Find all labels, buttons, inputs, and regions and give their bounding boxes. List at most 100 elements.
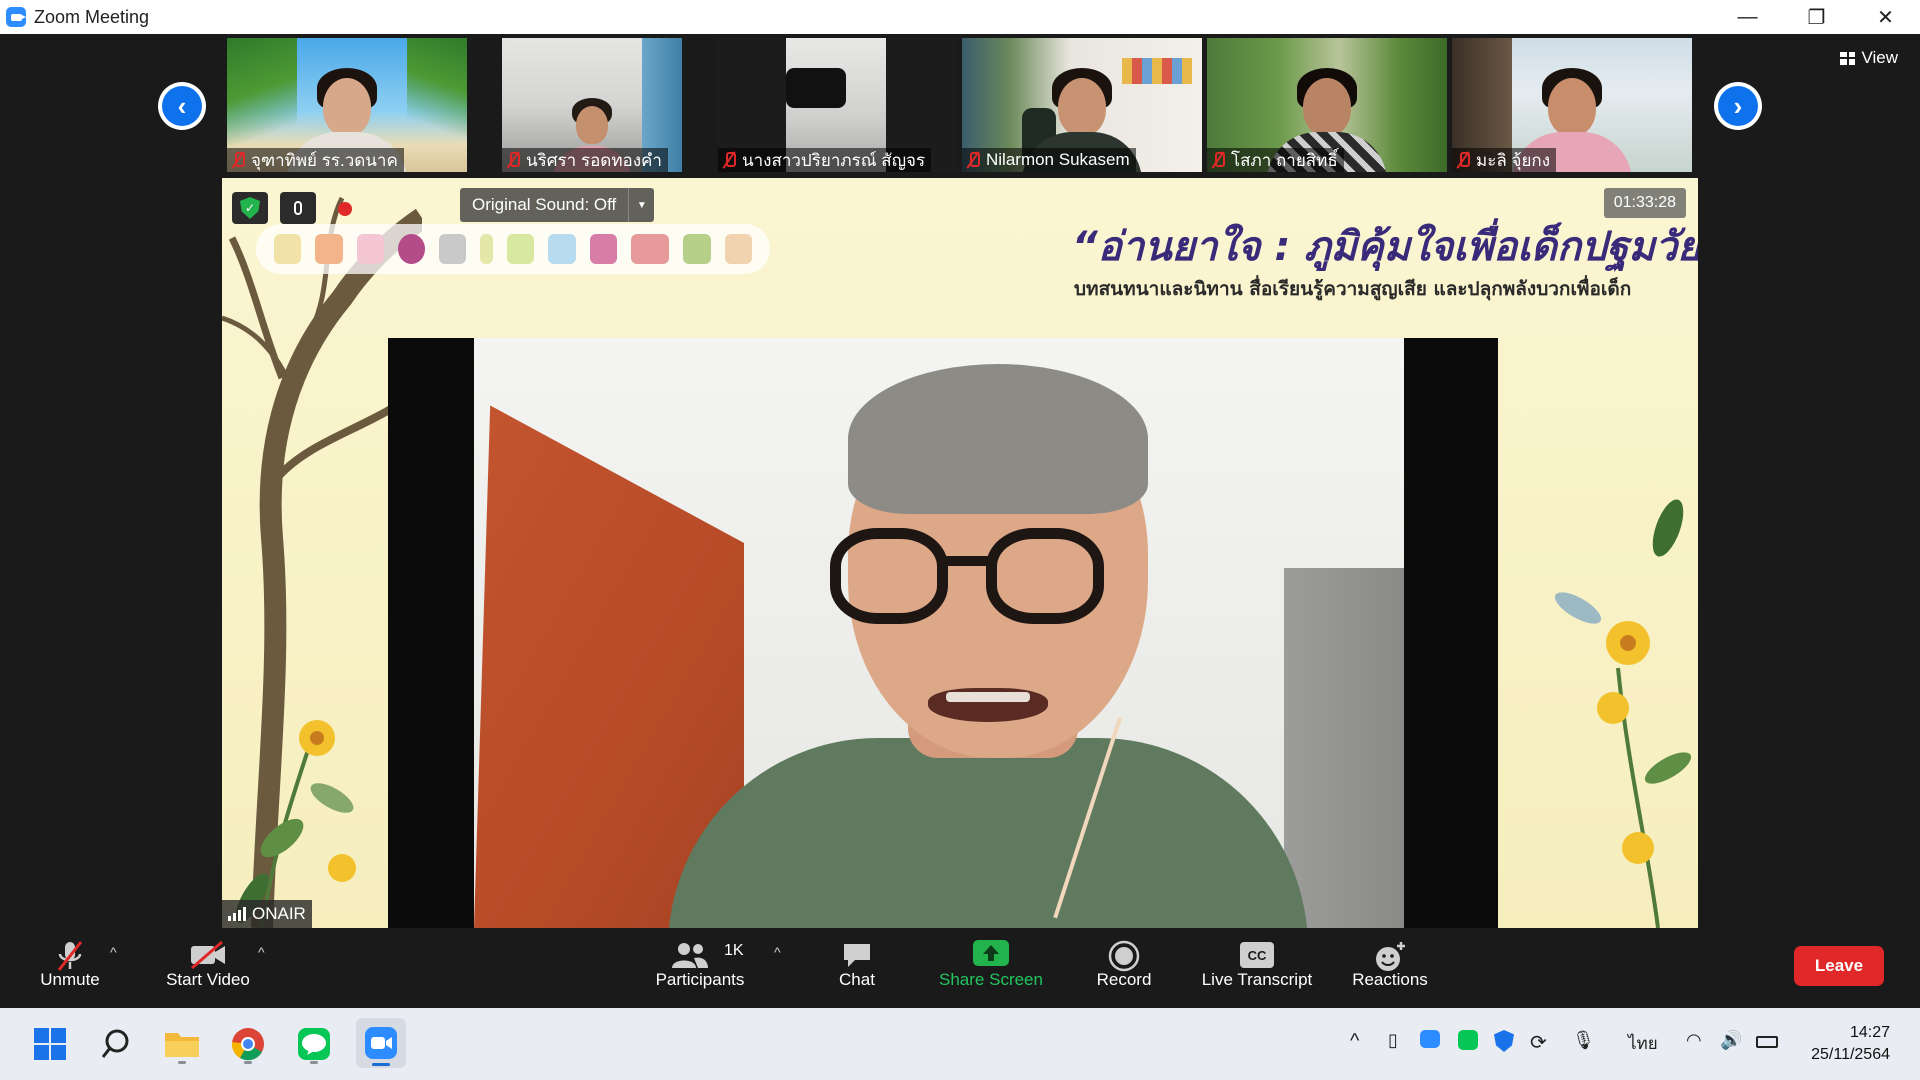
meeting-toolbar: Unmute ^ Start Video ^ 1K Participants ^… (0, 930, 1920, 1008)
line-app-icon (298, 1028, 330, 1060)
smiley-add-icon (1376, 942, 1405, 971)
chevron-right-icon: › (1718, 86, 1758, 126)
chevron-down-icon[interactable]: ▼ (628, 188, 655, 222)
live-transcript-button[interactable]: CC Live Transcript (1190, 930, 1324, 1008)
participant-tile[interactable]: มะลิ จุ้ยกง (1452, 38, 1692, 172)
battery-icon[interactable] (1756, 1036, 1778, 1048)
audio-button[interactable] (280, 192, 316, 224)
leave-button[interactable]: Leave (1794, 946, 1884, 986)
line-tray-icon[interactable] (1458, 1030, 1478, 1050)
audio-options-chevron-icon[interactable]: ^ (110, 944, 117, 960)
reactions-button[interactable]: Reactions (1340, 930, 1440, 1008)
chat-button[interactable]: Chat (820, 930, 894, 1008)
flowers-left-illustration (235, 720, 356, 928)
original-sound-label: Original Sound: Off (460, 188, 629, 222)
mic-muted-icon (231, 151, 245, 169)
speaker-person (668, 338, 1308, 928)
input-language[interactable]: ไทย (1628, 1030, 1658, 1057)
chat-label: Chat (839, 970, 875, 989)
search-icon (101, 1029, 129, 1058)
close-button[interactable]: ✕ (1851, 0, 1920, 34)
meeting-stage: ‹ › จุฑาทิพย์ รร.วดนาค นริศรา รอดทองคำ น… (0, 34, 1920, 930)
mic-muted-icon (1456, 151, 1470, 169)
signal-strength-icon (228, 907, 246, 921)
clock-time: 14:27 (1849, 1024, 1890, 1041)
participants-icon (672, 943, 708, 968)
start-video-label: Start Video (166, 970, 250, 989)
view-label: View (1861, 48, 1898, 67)
participants-button[interactable]: 1K Participants (650, 930, 750, 1008)
start-video-button[interactable]: Start Video (158, 930, 258, 1008)
shield-check-icon: ✓ (240, 197, 260, 219)
speaker-name-label: ONAIR (222, 900, 312, 928)
recording-indicator-icon (338, 202, 352, 216)
previous-page-button[interactable]: ‹ (158, 82, 206, 130)
restore-button[interactable]: ❐ (1782, 0, 1851, 34)
sponsor-logos (256, 224, 770, 274)
microphone-muted-icon (57, 941, 83, 971)
chrome-button[interactable] (226, 1022, 270, 1066)
participant-name: จุฑาทิพย์ รร.วดนาค (227, 148, 404, 172)
folder-icon (165, 1033, 199, 1057)
participant-tile[interactable]: นริศรา รอดทองคำ (502, 38, 682, 172)
mic-muted-icon (722, 151, 736, 169)
zoom-tray-icon[interactable] (1420, 1030, 1440, 1048)
zoom-app-icon (6, 7, 26, 27)
wifi-icon[interactable]: ◠ (1686, 1030, 1702, 1051)
line-app-button[interactable] (292, 1022, 336, 1066)
participants-count: 1K (724, 942, 744, 959)
participants-label: Participants (655, 970, 745, 989)
record-button[interactable]: Record (1084, 930, 1164, 1008)
participant-tile[interactable]: จุฑาทิพย์ รร.วดนาค (227, 38, 467, 172)
share-screen-button[interactable]: Share Screen (928, 930, 1054, 1008)
usb-device-icon[interactable]: ▯ (1388, 1030, 1398, 1051)
meeting-timer: 01:33:28 (1603, 188, 1686, 218)
record-label: Record (1096, 970, 1152, 989)
show-hidden-icons-chevron-icon[interactable]: ^ (1350, 1030, 1359, 1053)
next-page-button[interactable]: › (1714, 82, 1762, 130)
microphone-tray-icon[interactable]: 🎙 (1572, 1030, 1595, 1051)
participant-name: มะลิ จุ้ยกง (1452, 148, 1556, 172)
minimize-button[interactable]: — (1713, 0, 1782, 34)
windows-taskbar: ^ ▯ ⟳ 🎙 ไทย ◠ 🔊 14:27 25/11/2564 (0, 1008, 1920, 1080)
active-speaker-video[interactable]: “อ่านยาใจ : ภูมิคุ้มใจเพื่อเด็กปฐมวัย” บ… (222, 178, 1698, 928)
window-titlebar: Zoom Meeting — ❐ ✕ (0, 0, 1920, 34)
zoom-taskbar-button[interactable] (356, 1018, 406, 1068)
participant-tile[interactable]: นางสาวปริยาภรณ์ สัญจร (718, 38, 958, 172)
volume-icon[interactable]: 🔊 (1720, 1030, 1742, 1051)
microphone-icon (294, 201, 302, 215)
start-button[interactable] (28, 1022, 72, 1066)
participants-options-chevron-icon[interactable]: ^ (774, 944, 781, 960)
glasses-icon (830, 528, 948, 624)
mic-muted-icon (506, 151, 520, 169)
unmute-button[interactable]: Unmute (30, 930, 110, 1008)
participant-tile[interactable]: Nilarmon Sukasem (962, 38, 1202, 172)
slide-subtitle: บทสนทนาและนิทาน สื่อเรียนรู้ความสูญเสีย … (1074, 278, 1632, 300)
file-explorer-button[interactable] (160, 1022, 204, 1066)
participant-name: โสภา ถายสิทธิ์ (1207, 148, 1344, 172)
video-options-chevron-icon[interactable]: ^ (258, 944, 265, 960)
sync-icon[interactable]: ⟳ (1530, 1030, 1547, 1055)
closed-captions-icon: CC (1240, 942, 1274, 968)
participant-tile[interactable]: โสภา ถายสิทธิ์ (1207, 38, 1447, 172)
share-screen-icon (973, 940, 1009, 966)
slide-title: “อ่านยาใจ : ภูมิคุ้มใจเพื่อเด็กปฐมวัย” (1072, 224, 1698, 270)
mic-muted-icon (966, 151, 980, 169)
flowers-right-illustration (1554, 499, 1692, 928)
video-camera-off-icon (191, 940, 225, 970)
security-shield-button[interactable]: ✓ (232, 192, 268, 224)
zoom-icon (365, 1027, 397, 1059)
speaker-camera-feed (388, 338, 1498, 928)
unmute-label: Unmute (40, 970, 100, 989)
record-icon (1108, 940, 1140, 972)
view-button[interactable]: View (1832, 44, 1906, 72)
search-button[interactable] (94, 1022, 138, 1066)
window-controls: — ❐ ✕ (1713, 0, 1920, 34)
original-sound-toggle[interactable]: Original Sound: Off ▼ (460, 188, 655, 222)
mic-muted-icon (1211, 151, 1225, 169)
security-tray-icon[interactable] (1494, 1030, 1514, 1052)
system-clock[interactable]: 14:27 25/11/2564 (1811, 1022, 1890, 1066)
grid-view-icon (1840, 51, 1856, 65)
chrome-icon (231, 1028, 264, 1061)
live-transcript-label: Live Transcript (1201, 970, 1313, 989)
